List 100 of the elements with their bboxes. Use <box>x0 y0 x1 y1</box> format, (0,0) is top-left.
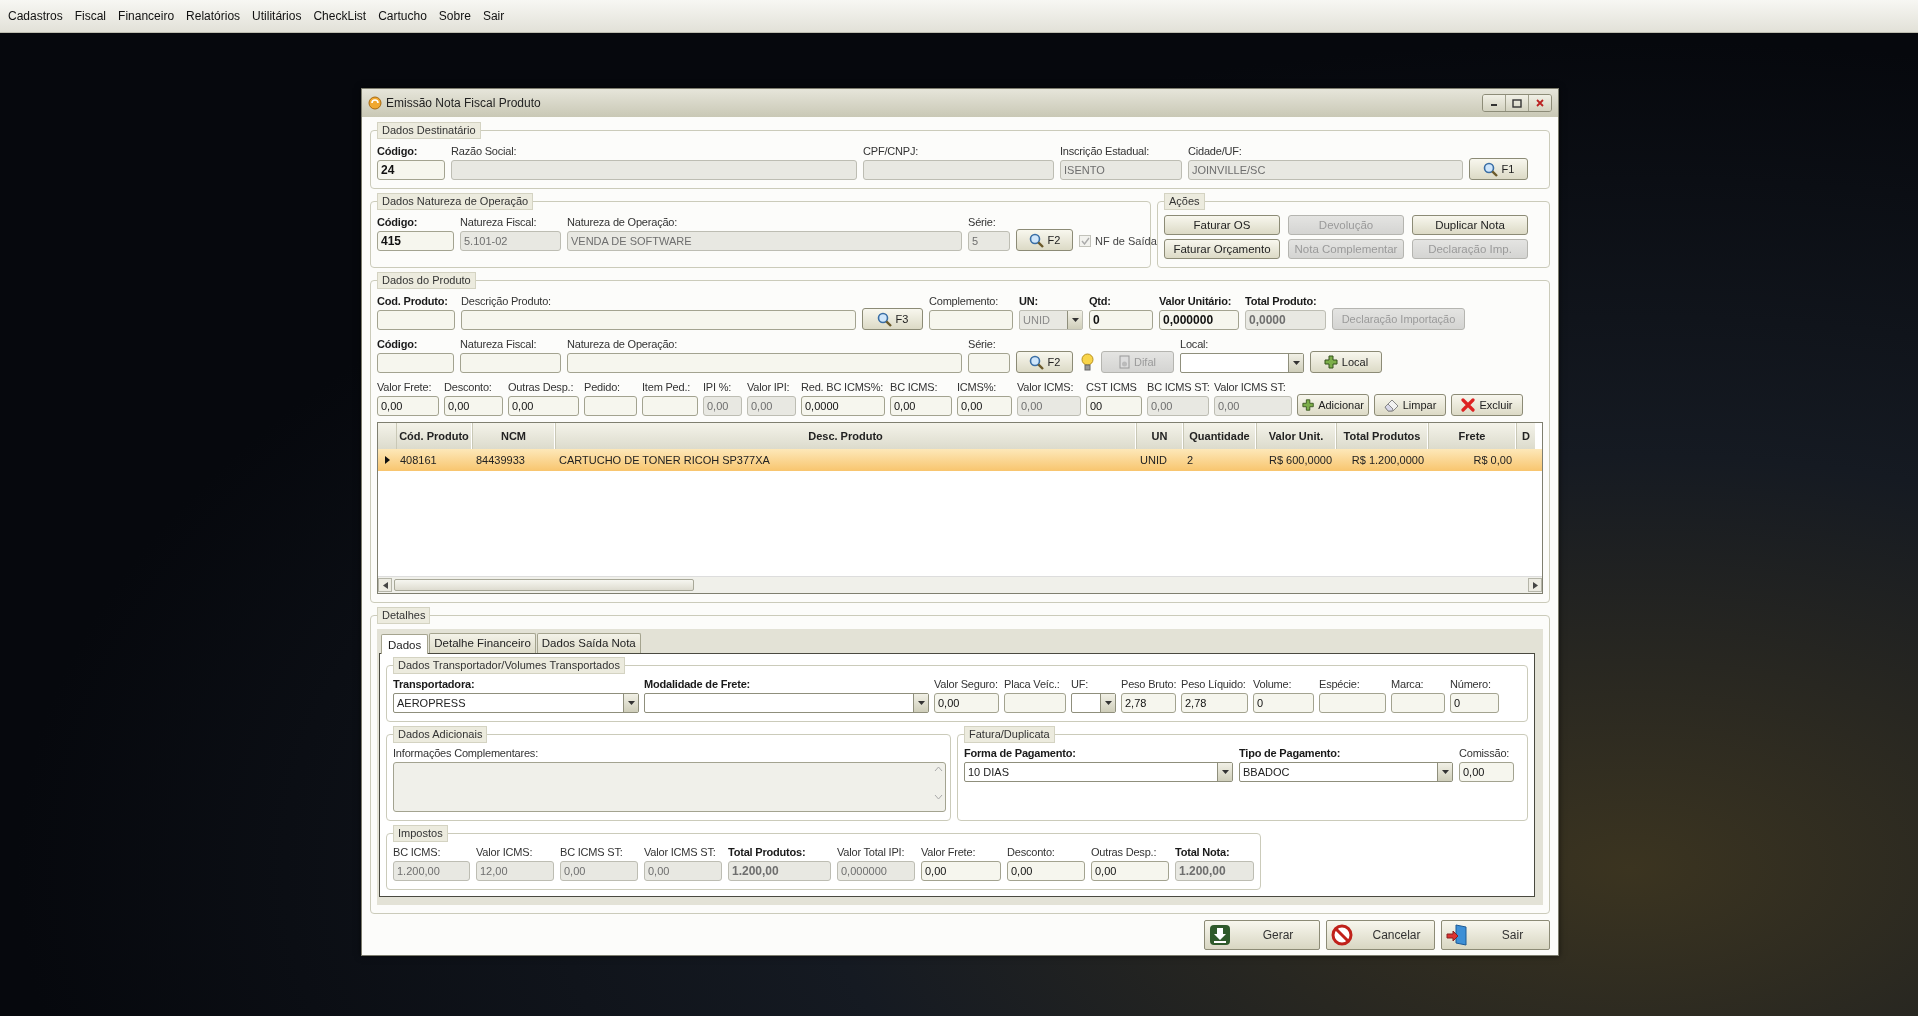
search-button[interactable]: F2 <box>1016 351 1073 373</box>
add-button[interactable]: Local <box>1310 351 1382 373</box>
field-label: Placa Veíc.: <box>1004 677 1061 691</box>
field-label: Item Ped.: <box>642 380 692 394</box>
maximize-button[interactable] <box>1505 95 1528 111</box>
input-field[interactable]: 0,00 <box>934 693 999 713</box>
search-button[interactable]: F1 <box>1469 158 1528 180</box>
menu-item[interactable]: CheckList <box>307 9 373 23</box>
input-field[interactable] <box>1004 693 1066 713</box>
menu-item[interactable]: Financeiro <box>112 9 181 23</box>
column-header[interactable]: Desc. Produto <box>555 423 1136 449</box>
document-icon <box>1119 355 1130 369</box>
input-field[interactable]: 0 <box>1450 693 1499 713</box>
input-field[interactable] <box>461 310 856 330</box>
search-button[interactable]: F2 <box>1016 229 1073 251</box>
field-label: Valor ICMS ST: <box>644 845 717 859</box>
menu-item[interactable]: Sair <box>476 9 511 23</box>
minimize-button[interactable] <box>1483 95 1505 111</box>
action-button[interactable]: Faturar OS <box>1164 215 1280 235</box>
input-field[interactable] <box>1319 693 1386 713</box>
input-field[interactable] <box>968 353 1010 373</box>
input-field[interactable]: 0 <box>1253 693 1314 713</box>
column-header[interactable]: Quantidade <box>1183 423 1256 449</box>
input-field[interactable] <box>460 353 561 373</box>
clear-button[interactable]: Limpar <box>1374 394 1446 416</box>
menu-item[interactable]: Utilitários <box>246 9 308 23</box>
dropdown-arrow-icon <box>627 701 635 705</box>
input-field[interactable]: 0,000000 <box>1159 310 1239 330</box>
menu-item[interactable]: Relatórios <box>180 9 247 23</box>
column-header[interactable]: Cód. Produto <box>396 423 472 449</box>
input-field[interactable] <box>377 353 454 373</box>
download-icon <box>1209 924 1231 946</box>
search-icon <box>1482 161 1498 177</box>
input-field[interactable]: 00 <box>1086 396 1142 416</box>
field-label: Número: <box>1450 677 1492 691</box>
input-field[interactable]: 24 <box>377 160 445 180</box>
header-corner <box>378 423 396 449</box>
action-button[interactable]: Duplicar Nota <box>1412 215 1528 235</box>
input-field[interactable]: 0,00 <box>957 396 1012 416</box>
input-field[interactable] <box>929 310 1013 330</box>
dropdown[interactable]: BBADOC <box>1239 762 1453 782</box>
column-header[interactable]: D <box>1516 423 1536 449</box>
field-label: UN: <box>1019 294 1039 308</box>
menu-item[interactable]: Sobre <box>432 9 477 23</box>
input-field[interactable]: 2,78 <box>1181 693 1248 713</box>
column-header[interactable]: NCM <box>472 423 555 449</box>
tab[interactable]: Detalhe Financeiro <box>429 633 536 653</box>
dropdown[interactable] <box>1180 353 1304 373</box>
column-header[interactable]: UN <box>1136 423 1183 449</box>
field-label: Código: <box>377 144 419 158</box>
input-field[interactable]: 0,00 <box>444 396 503 416</box>
search-button[interactable]: F3 <box>862 308 923 330</box>
table-row[interactable]: 408161 84439933 CARTUCHO DE TONER RICOH SP377XA UNID 2 R$ 600,0000 R$ 1.200,0000 R$ 0,00 <box>378 449 1542 471</box>
generate-button[interactable]: Gerar <box>1204 920 1320 950</box>
field-label: Total Nota: <box>1175 845 1231 859</box>
input-field[interactable] <box>1391 693 1445 713</box>
menu-item[interactable]: Fiscal <box>68 9 113 23</box>
close-button[interactable] <box>1528 95 1551 111</box>
tab[interactable]: Dados Saída Nota <box>536 633 641 653</box>
right-arrow-icon[interactable] <box>1532 581 1538 589</box>
input-field[interactable]: 0,00 <box>921 861 1001 881</box>
input-field[interactable]: 0,0000 <box>801 396 885 416</box>
input-field[interactable]: 0,00 <box>1091 861 1169 881</box>
action-button[interactable]: Faturar Orçamento <box>1164 239 1280 259</box>
input-field[interactable] <box>377 310 455 330</box>
left-arrow-icon[interactable] <box>382 581 388 589</box>
input-field[interactable] <box>567 353 962 373</box>
tab[interactable]: Dados <box>381 634 429 654</box>
delete-button[interactable]: Excluir <box>1451 394 1523 416</box>
dropdown[interactable] <box>644 693 929 713</box>
scrollbar[interactable] <box>378 576 1542 593</box>
dropdown[interactable]: 10 DIAS <box>964 762 1233 782</box>
input-field[interactable] <box>642 396 698 416</box>
input-field[interactable]: 2,78 <box>1121 693 1176 713</box>
exit-button[interactable]: Sair <box>1441 920 1550 950</box>
input-field[interactable]: 0 <box>1089 310 1153 330</box>
dropdown[interactable] <box>1071 693 1116 713</box>
field-label: Total Produto: <box>1245 294 1318 308</box>
add-button[interactable]: Adicionar <box>1297 394 1369 416</box>
field-label: Valor Frete: <box>921 845 977 859</box>
menu-item[interactable]: Cartucho <box>372 9 433 23</box>
field-label: Espécie: <box>1319 677 1361 691</box>
field-label: Razão Social: <box>451 144 518 158</box>
field-label: Valor ICMS: <box>476 845 534 859</box>
input-field[interactable]: 0,00 <box>890 396 952 416</box>
input-field[interactable]: 0,00 <box>1459 762 1514 782</box>
input-field[interactable]: 415 <box>377 231 454 251</box>
input-field[interactable]: 0,00 <box>377 396 439 416</box>
field-label: Peso Bruto: <box>1121 677 1176 691</box>
input-field[interactable]: 0,00 <box>508 396 579 416</box>
column-header[interactable]: Valor Unit. <box>1256 423 1336 449</box>
menu-item[interactable]: Cadastros <box>2 9 69 23</box>
input-field[interactable]: 0,00 <box>1007 861 1085 881</box>
column-header[interactable]: Frete <box>1428 423 1516 449</box>
cancel-button[interactable]: Cancelar <box>1326 920 1435 950</box>
input-field[interactable] <box>584 396 637 416</box>
dropdown[interactable]: AEROPRESS <box>393 693 639 713</box>
column-header[interactable]: Total Produtos <box>1336 423 1428 449</box>
field-label: Valor Unitário: <box>1159 294 1233 308</box>
field-label: Valor Frete: <box>377 380 433 394</box>
